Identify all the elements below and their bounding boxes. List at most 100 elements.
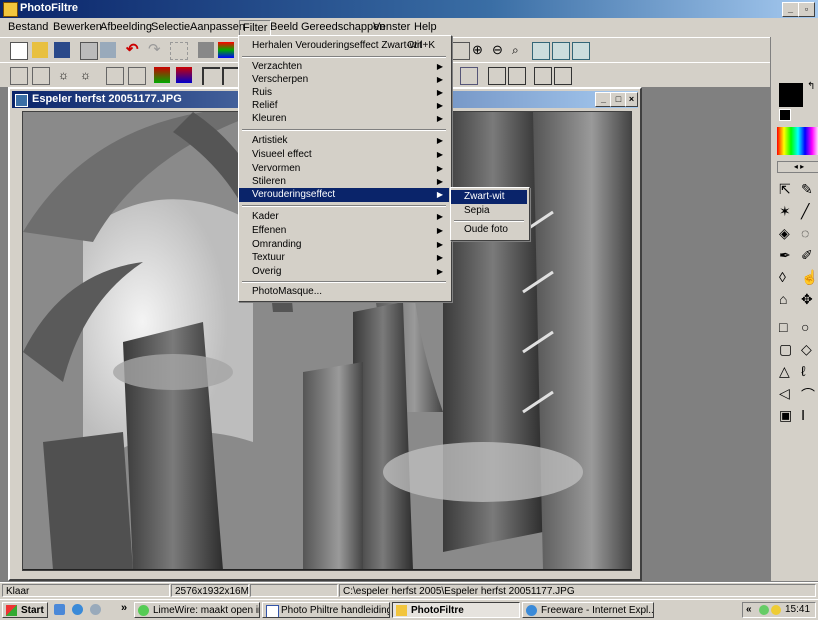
open-shape-icon[interactable]: ⌒: [801, 385, 815, 405]
menu-kader[interactable]: Kader ▶: [239, 210, 449, 224]
task-photo-philtre-handleiding[interactable]: Photo Philtre handleiding...: [262, 602, 390, 618]
monitor-icon[interactable]: [572, 42, 590, 60]
spray-icon[interactable]: ◌: [801, 225, 809, 241]
menu-kleuren[interactable]: Kleuren ▶: [239, 112, 449, 126]
menu-selectie[interactable]: Selectie: [151, 21, 190, 33]
colors-icon[interactable]: [218, 42, 234, 58]
advanced-brush-icon[interactable]: ✐: [801, 247, 813, 264]
magic-wand-icon[interactable]: ✶: [779, 203, 791, 220]
tray-app-icon[interactable]: [771, 605, 781, 615]
save-icon[interactable]: [54, 42, 70, 58]
rectangle-select-icon[interactable]: □: [779, 319, 787, 335]
triangle-select-icon[interactable]: △: [779, 363, 790, 380]
menu-verzachten[interactable]: Verzachten ▶: [239, 60, 449, 74]
task-limewire[interactable]: LimeWire: maakt open in...: [134, 602, 260, 618]
menu-afbeelding[interactable]: Afbeelding: [100, 21, 152, 33]
zoom-out-icon[interactable]: ⊖: [492, 42, 508, 58]
menu-photomasque[interactable]: PhotoMasque...: [239, 285, 449, 299]
menu-repeat-effect[interactable]: Herhalen Verouderingseffect Zwart-wit Ct…: [239, 39, 449, 53]
media-player-icon[interactable]: [90, 604, 101, 615]
selection-frame-icon[interactable]: ▣: [779, 407, 792, 424]
ellipse-select-icon[interactable]: ○: [801, 319, 809, 335]
internet-explorer-icon[interactable]: [72, 604, 83, 615]
smudge-icon[interactable]: ☝: [801, 269, 818, 286]
menu-omranding[interactable]: Omranding ▶: [239, 238, 449, 252]
fill-icon[interactable]: ◈: [779, 225, 790, 242]
network-icon[interactable]: [759, 605, 769, 615]
zoom-fit-icon[interactable]: ⌕: [512, 42, 528, 58]
mask-icon[interactable]: [198, 42, 214, 58]
move-icon[interactable]: ✥: [801, 291, 813, 308]
menu-filter[interactable]: Filter: [239, 20, 272, 36]
filter-icon[interactable]: [460, 67, 478, 85]
zoom-in-icon[interactable]: ⊕: [472, 42, 488, 58]
contrast-plus-icon[interactable]: [106, 67, 124, 85]
open-icon[interactable]: [32, 42, 48, 58]
zoom-dropdown-icon[interactable]: [452, 42, 470, 60]
print-icon[interactable]: [80, 42, 98, 60]
color-swatches[interactable]: [777, 127, 818, 155]
rounded-rect-select-icon[interactable]: ▢: [779, 341, 792, 358]
menu-textuur[interactable]: Textuur ▶: [239, 251, 449, 265]
menu-help[interactable]: Help: [414, 21, 437, 33]
menu-beeld[interactable]: Beeld: [270, 21, 298, 33]
full-screen-icon[interactable]: [552, 42, 570, 60]
diamond-select-icon[interactable]: ◇: [801, 341, 812, 358]
brightness-minus-icon[interactable]: ☼: [80, 67, 96, 83]
submenu-oude-foto[interactable]: Oude foto: [451, 223, 527, 237]
polygon-select-icon[interactable]: ◁: [779, 385, 790, 402]
reset-colors-icon[interactable]: [779, 109, 791, 121]
task-photofiltre[interactable]: PhotoFiltre: [392, 602, 520, 618]
menu-stileren[interactable]: Stileren ▶: [239, 175, 449, 189]
task-internet-explorer[interactable]: Freeware - Internet Expl...: [522, 602, 654, 618]
foreground-color[interactable]: [779, 83, 803, 107]
swap-colors-icon[interactable]: ↰: [807, 81, 815, 92]
menu-effenen[interactable]: Effenen ▶: [239, 224, 449, 238]
menu-relief[interactable]: Reliëf ▶: [239, 99, 449, 113]
menu-visueel-effect[interactable]: Visueel effect ▶: [239, 148, 449, 162]
doc-close-button[interactable]: ×: [625, 92, 638, 107]
submenu-sepia[interactable]: Sepia: [451, 204, 527, 218]
menu-bestand[interactable]: Bestand: [8, 21, 48, 33]
brightness-plus-icon[interactable]: ☼: [58, 67, 74, 83]
start-button[interactable]: Start: [2, 602, 48, 618]
menu-overig[interactable]: Overig ▶: [239, 265, 449, 279]
menu-bewerken[interactable]: Bewerken: [53, 21, 102, 33]
quicklaunch-chevron[interactable]: »: [121, 602, 127, 614]
menu-verscherpen[interactable]: Verscherpen ▶: [239, 73, 449, 87]
menu-artistiek[interactable]: Artistiek ▶: [239, 134, 449, 148]
menu-vervormen[interactable]: Vervormen ▶: [239, 162, 449, 176]
lasso-icon[interactable]: ℓ: [801, 363, 806, 379]
scan-icon[interactable]: [100, 42, 116, 58]
color-picker-icon[interactable]: ✎: [801, 181, 813, 198]
saturation-plus-icon[interactable]: [154, 67, 170, 83]
brush-icon[interactable]: ✒: [779, 247, 791, 264]
saturation-minus-icon[interactable]: [176, 67, 192, 83]
redo-icon[interactable]: ↷: [148, 42, 164, 58]
auto-contrast-icon[interactable]: [32, 67, 50, 85]
gamma-plus-icon[interactable]: [202, 67, 220, 85]
stamp-icon[interactable]: ⌂: [779, 291, 787, 307]
crop-icon[interactable]: [170, 42, 188, 60]
actual-size-icon[interactable]: [532, 42, 550, 60]
resize-icon[interactable]: [554, 67, 572, 85]
flip-icon[interactable]: [508, 67, 526, 85]
blur-icon[interactable]: ◊: [779, 269, 786, 285]
text-tool-icon[interactable]: Ⅰ: [801, 407, 805, 424]
undo-icon[interactable]: ↶: [126, 42, 142, 58]
menu-venster[interactable]: Venster: [373, 21, 410, 33]
palette-scroll[interactable]: ◂ ▸: [777, 161, 818, 173]
tray-chevron[interactable]: «: [746, 604, 752, 615]
new-icon[interactable]: [10, 42, 28, 60]
auto-levels-icon[interactable]: [10, 67, 28, 85]
line-icon[interactable]: ╱: [801, 203, 809, 220]
minimize-button[interactable]: _: [782, 2, 799, 17]
desktop-icon[interactable]: [54, 604, 65, 615]
mirror-icon[interactable]: [488, 67, 506, 85]
menu-verouderingseffect[interactable]: Verouderingseffect ▶: [239, 188, 449, 202]
selection-arrow-icon[interactable]: ⇱: [779, 181, 791, 198]
submenu-zwart-wit[interactable]: Zwart-wit: [451, 190, 527, 204]
menu-aanpassen[interactable]: Aanpassen: [190, 21, 245, 33]
contrast-minus-icon[interactable]: [128, 67, 146, 85]
rotate-icon[interactable]: [534, 67, 552, 85]
